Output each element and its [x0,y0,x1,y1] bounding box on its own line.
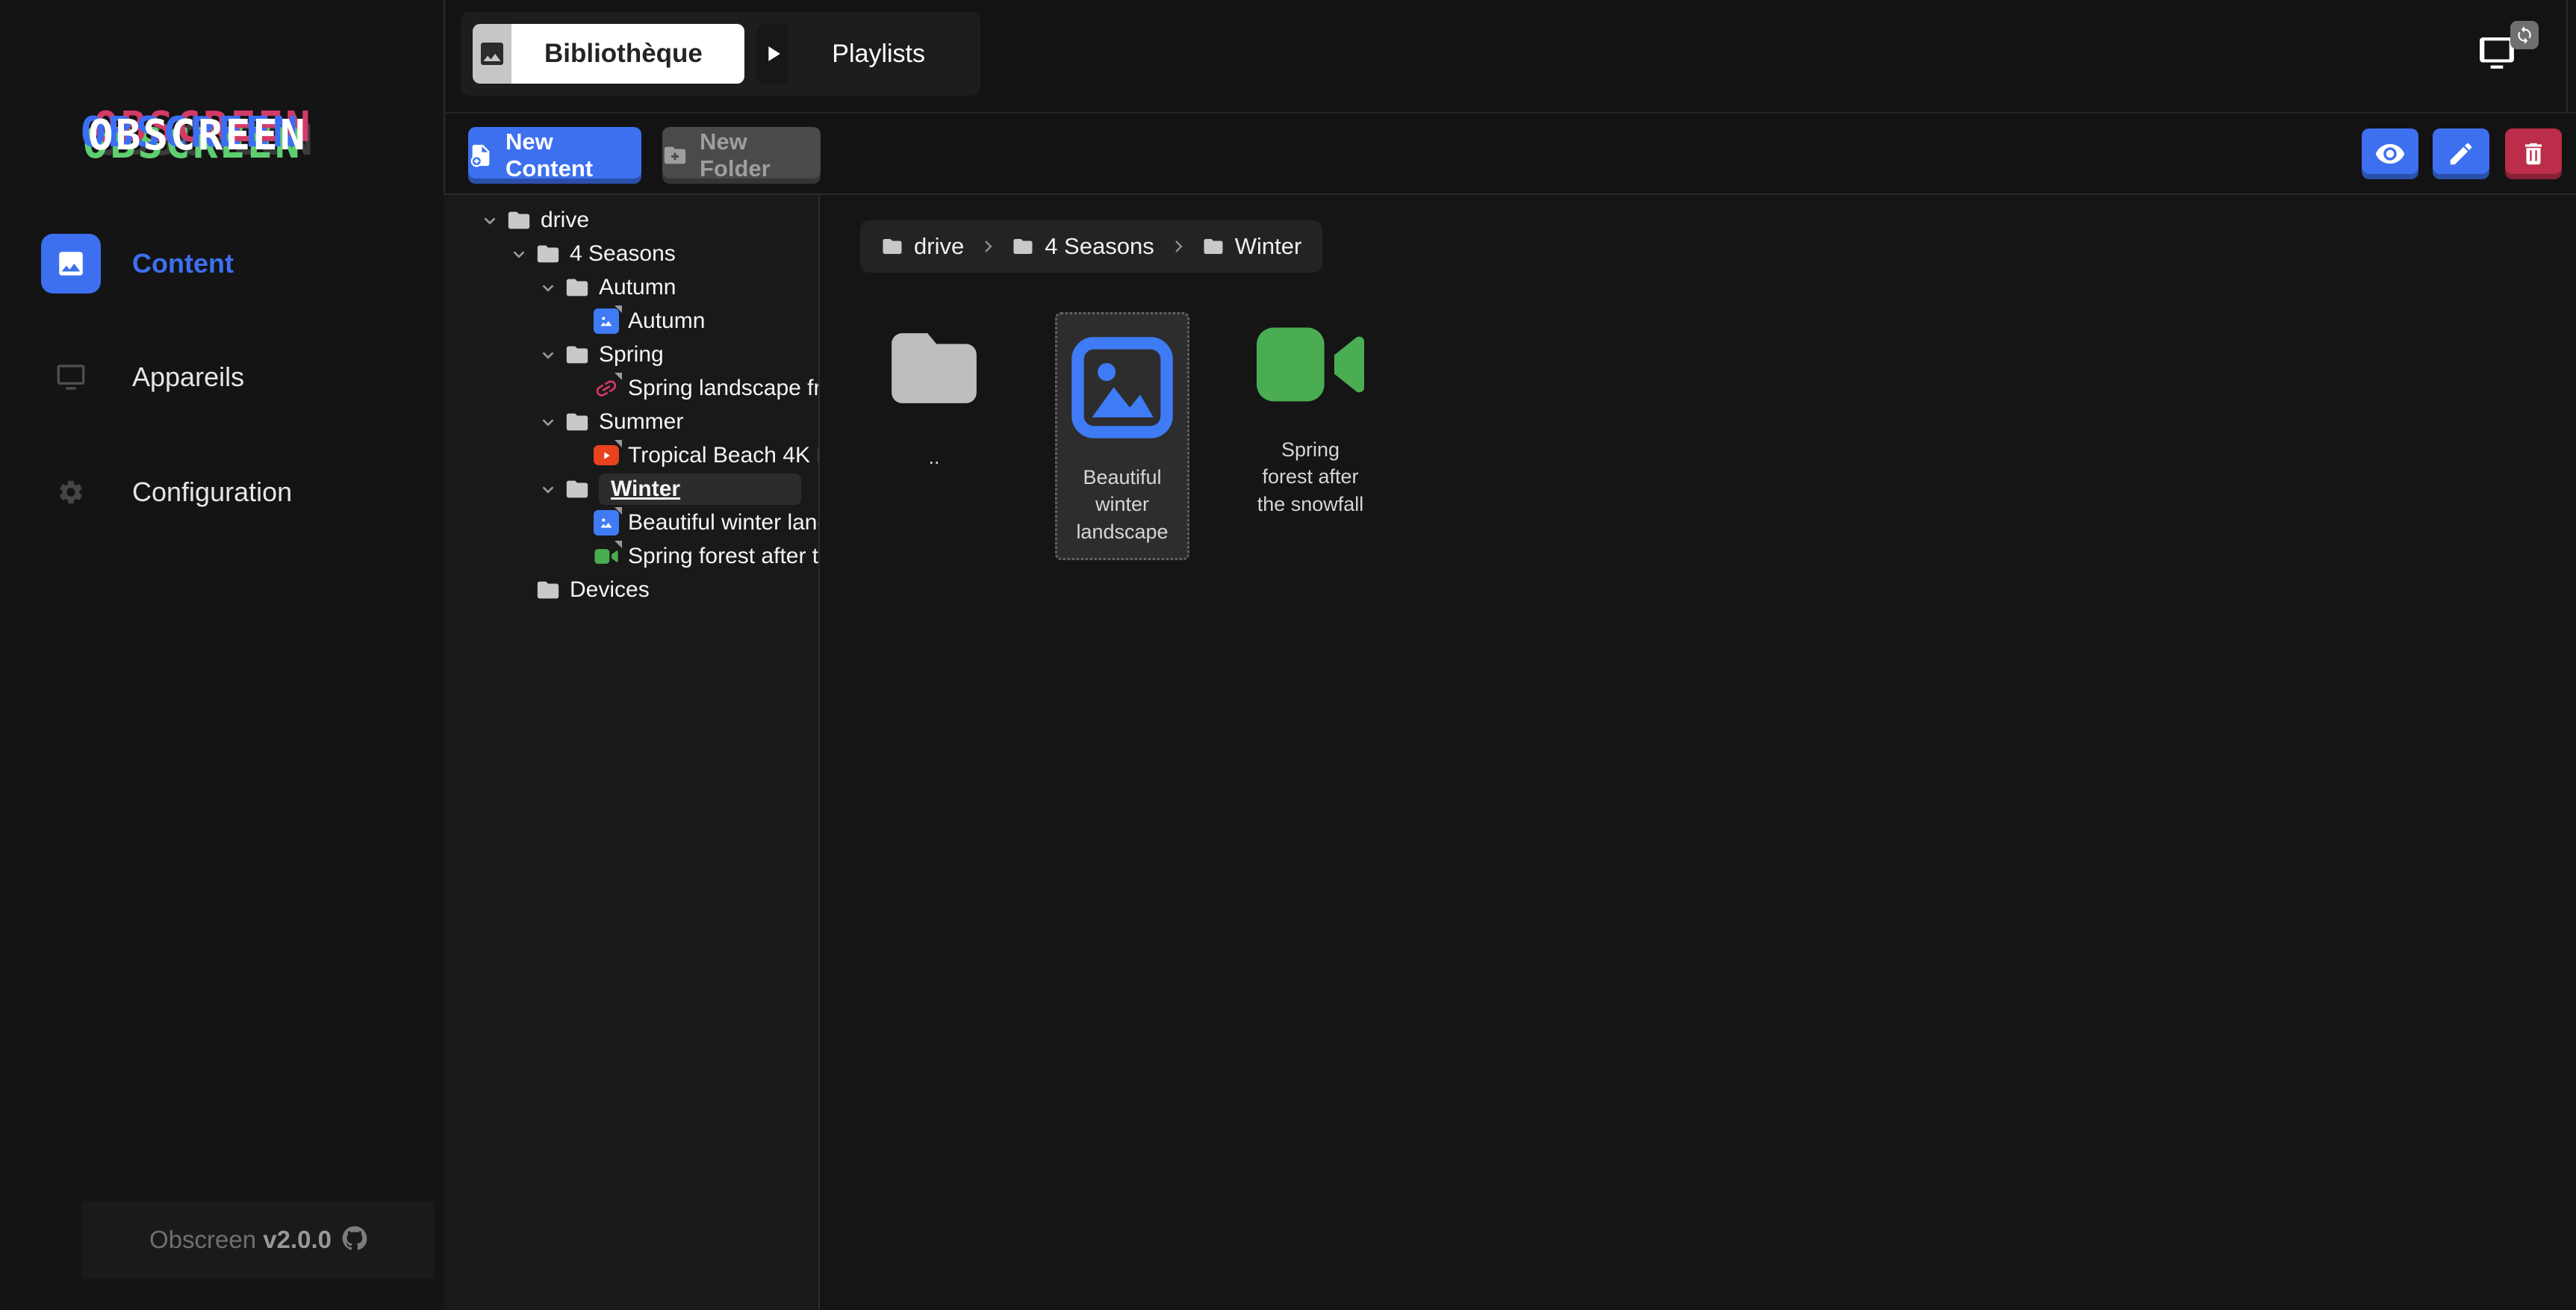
folder-icon [1012,235,1034,258]
sidebar-label-content: Content [132,248,234,279]
tree-node-spring-forest-video[interactable]: Spring forest after the sn [444,539,818,573]
image-icon [594,510,619,536]
monitor-icon [41,347,101,407]
folder-icon [564,476,590,502]
chevron-down-icon[interactable] [538,479,559,500]
edit-button[interactable] [2433,128,2489,179]
folder-icon [564,342,590,367]
view-tabs: Bibliothèque Playlists [461,12,980,96]
video-icon [1251,312,1370,417]
obscreen-logo: OBSCREEN [88,109,357,163]
chevron-down-icon[interactable] [538,412,559,432]
folder-icon [506,208,532,233]
grid-item-beautiful-winter-landscape[interactable]: Beautiful winter landscape [1055,312,1189,560]
grid-item-label: Spring forest after the snowfall [1254,436,1366,518]
tab-library-label: Bibliothèque [511,24,744,84]
folder-up-icon [878,312,990,424]
external-link-corner-icon [615,507,622,515]
folder-icon [535,577,561,603]
tree-node-spring-landscape-link[interactable]: Spring landscape from sl [444,371,818,405]
gear-icon [41,462,101,522]
breadcrumb-item-winter[interactable]: Winter [1202,233,1302,260]
sidebar-item-configuration[interactable]: Configuration [0,462,444,522]
tree-node-winter-image[interactable]: Beautiful winter landscap [444,506,818,539]
footer-app-name: Obscreen [149,1226,256,1253]
folder-icon [1202,235,1225,258]
file-plus-icon [468,143,494,168]
breadcrumb: drive 4 Seasons Winter [860,220,1322,273]
tree-node-drive[interactable]: drive [444,203,818,237]
delete-button[interactable] [2505,128,2562,179]
new-content-button[interactable]: New Content [468,127,641,184]
content-image-icon [41,234,101,294]
obscreen-app: OBSCREEN Content Appareils Configuration… [0,0,2576,1310]
tree-selected-label: Winter [599,474,801,505]
grid-item-label: Beautiful winter landscape [1063,464,1181,545]
grid-item-label: .. [928,444,939,471]
folder-tree-panel: drive 4 Seasons Autumn Autumn Spring [444,195,818,1310]
image-icon [594,308,619,334]
folder-plus-icon [662,143,688,168]
chevron-down-icon[interactable] [479,210,500,231]
chevron-right-icon [979,238,997,255]
tab-playlists[interactable]: Playlists [756,24,968,84]
topbar-right-divider [2566,0,2568,112]
grid-item-parent-folder[interactable]: .. [867,312,1001,471]
tree-node-autumn-image[interactable]: Autumn [444,304,818,338]
sidebar: OBSCREEN Content Appareils Configuration… [0,0,444,1310]
external-link-corner-icon [615,305,622,313]
play-icon [756,24,788,84]
tree-node-autumn-folder[interactable]: Autumn [444,270,818,304]
sidebar-divider [444,0,445,195]
sidebar-label-devices: Appareils [132,361,244,393]
external-link-corner-icon [615,440,622,447]
external-link-corner-icon [615,541,622,548]
eye-icon [2374,138,2406,170]
tree-node-summer-folder[interactable]: Summer [444,405,818,438]
new-content-label: New Content [505,128,641,182]
sidebar-label-configuration: Configuration [132,476,292,508]
chevron-down-icon[interactable] [508,243,529,264]
folder-icon [535,241,561,267]
video-icon [594,544,619,569]
trash-icon [2519,140,2548,168]
sidebar-item-content[interactable]: Content [0,234,444,294]
tree-node-4-seasons[interactable]: 4 Seasons [444,237,818,270]
breadcrumb-item-drive[interactable]: drive [881,233,964,260]
sidebar-item-devices[interactable]: Appareils [0,347,444,407]
image-icon [1065,331,1179,444]
github-icon[interactable] [342,1226,367,1255]
new-folder-label: New Folder [700,128,821,182]
footer-version-number: v2.0.0 [263,1226,332,1253]
grid-item-spring-forest-video[interactable]: Spring forest after the snowfall [1243,312,1378,518]
tab-playlists-label: Playlists [788,24,968,84]
pencil-icon [2447,140,2475,168]
external-link-corner-icon [615,373,622,380]
folder-icon [564,275,590,300]
folder-icon [881,235,903,258]
chevron-down-icon[interactable] [538,277,559,298]
new-folder-button[interactable]: New Folder [662,127,821,184]
folder-icon [564,409,590,435]
chevron-down-icon[interactable] [538,344,559,365]
youtube-icon [594,443,619,468]
tree-node-spring-folder[interactable]: Spring [444,338,818,371]
tab-library[interactable]: Bibliothèque [473,24,744,84]
content-browser-panel: drive 4 Seasons Winter .. Beau [820,195,2576,1310]
tree-node-devices-folder[interactable]: Devices [444,573,818,606]
tree-node-winter-folder[interactable]: Winter [444,472,818,506]
screen-preview-button[interactable] [2477,25,2539,78]
breadcrumb-item-4-seasons[interactable]: 4 Seasons [1012,233,1154,260]
tree-node-tropical-beach-youtube[interactable]: Tropical Beach 4K Relaxa [444,438,818,472]
link-icon [594,376,619,401]
chevron-right-icon [1169,238,1187,255]
preview-button[interactable] [2362,128,2418,179]
tabbar-divider [444,112,2576,114]
footer-version: Obscreen v2.0.0 [82,1201,435,1279]
library-image-icon [473,24,511,84]
refresh-badge-icon [2510,21,2539,49]
